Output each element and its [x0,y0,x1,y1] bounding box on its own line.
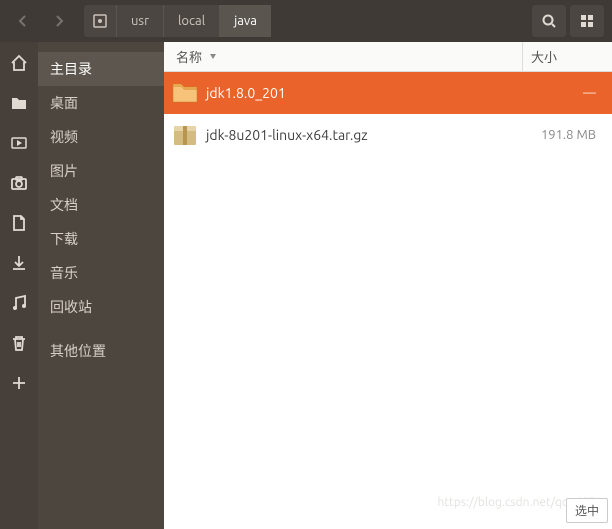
sidebar: 主目录 桌面 视频 图片 文档 下载 音乐 回收站 其他位置 [38,42,164,529]
file-row-archive[interactable]: jdk-8u201-linux-x64.tar.gz 191.8 MB [164,114,612,156]
sidebar-icon-videos[interactable] [8,132,30,154]
sidebar-icon-documents[interactable] [8,212,30,234]
toolbar: usr local java [0,0,612,42]
chevron-right-icon [52,14,66,28]
column-header-size[interactable]: 大小 [522,42,612,71]
column-name-label: 名称 [176,47,202,66]
sort-indicator-icon [208,50,218,64]
disk-icon [92,13,108,29]
grid-icon [579,13,595,29]
chevron-left-icon [16,14,30,28]
file-row-folder[interactable]: jdk1.8.0_201 — [164,72,612,114]
view-grid-button[interactable] [570,5,604,37]
sidebar-icon-trash[interactable] [8,332,30,354]
sidebar-item-documents[interactable]: 文档 [38,188,164,222]
sidebar-item-pictures[interactable]: 图片 [38,154,164,188]
document-icon [10,214,28,232]
breadcrumb-item-java[interactable]: java [219,5,271,37]
sidebar-icon-desktop[interactable] [8,92,30,114]
camera-icon [10,174,28,192]
file-name: jdk-8u201-linux-x64.tar.gz [206,127,522,143]
sidebar-item-music[interactable]: 音乐 [38,256,164,290]
breadcrumb-item-usr[interactable]: usr [116,5,163,37]
nav-back-button [6,5,40,37]
nav-forward-button [42,5,76,37]
folder-icon [10,94,28,112]
folder-icon [164,82,206,104]
file-size: — [522,86,612,100]
file-name: jdk1.8.0_201 [206,85,522,101]
download-icon [10,254,28,272]
video-icon [10,134,28,152]
sidebar-item-videos[interactable]: 视频 [38,120,164,154]
search-button[interactable] [532,5,566,37]
trash-icon [10,334,28,352]
launcher [0,42,38,529]
main-panel: 名称 大小 jdk1.8.0_201 — jdk-8u201-linux-x64… [164,42,612,529]
home-icon [10,54,28,72]
status-bar: 选中 [566,498,608,523]
breadcrumb: usr local java [84,5,271,37]
music-icon [10,294,28,312]
archive-icon [164,123,206,147]
sidebar-icon-pictures[interactable] [8,172,30,194]
sidebar-item-downloads[interactable]: 下载 [38,222,164,256]
list-header: 名称 大小 [164,42,612,72]
breadcrumb-item-local[interactable]: local [163,5,219,37]
breadcrumb-root-icon[interactable] [84,5,116,37]
column-header-name[interactable]: 名称 [164,47,522,66]
file-size: 191.8 MB [522,128,612,142]
sidebar-icon-other[interactable] [8,372,30,394]
sidebar-item-home[interactable]: 主目录 [38,52,164,86]
sidebar-item-trash[interactable]: 回收站 [38,290,164,324]
file-list: jdk1.8.0_201 — jdk-8u201-linux-x64.tar.g… [164,72,612,529]
search-icon [541,13,557,29]
sidebar-icon-music[interactable] [8,292,30,314]
sidebar-icon-home[interactable] [8,52,30,74]
sidebar-item-other-locations[interactable]: 其他位置 [38,334,164,368]
sidebar-icon-downloads[interactable] [8,252,30,274]
plus-icon [10,374,28,392]
sidebar-item-desktop[interactable]: 桌面 [38,86,164,120]
